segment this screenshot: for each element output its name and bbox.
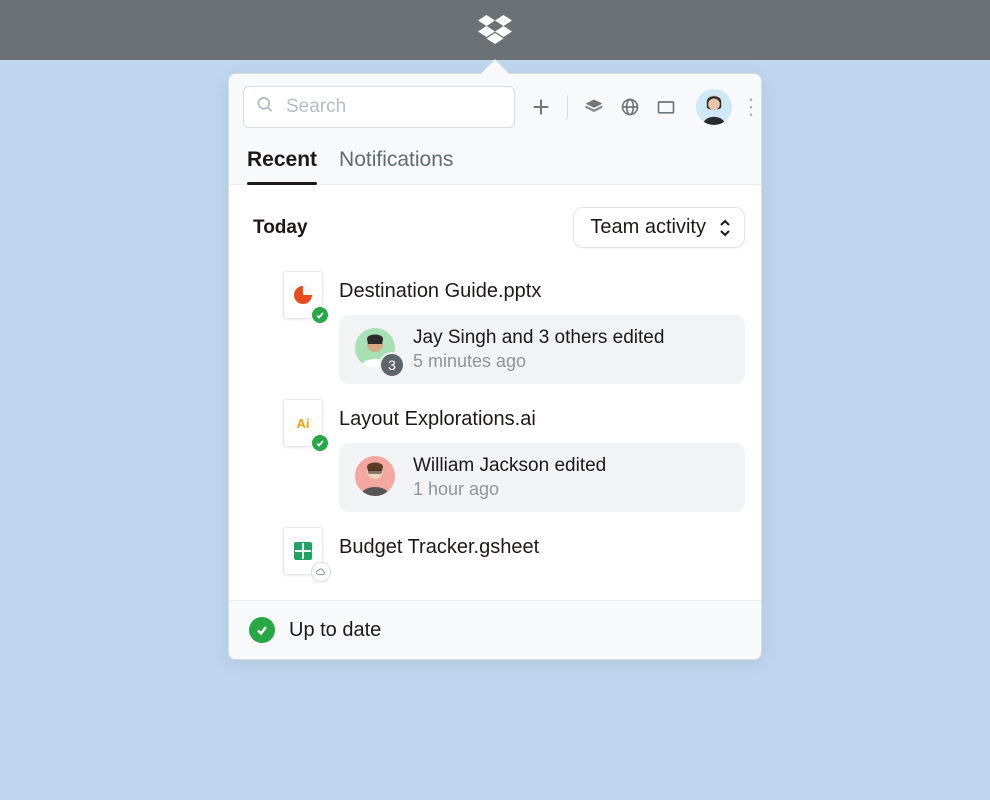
activity-avatar: 3 bbox=[355, 328, 399, 372]
section-title: Today bbox=[253, 217, 308, 239]
activity-text: William Jackson edited bbox=[413, 455, 606, 477]
file-icon bbox=[281, 270, 325, 320]
search-field-wrap bbox=[243, 86, 515, 128]
dropbox-tray-panel: ⋮ Recent Notifications Today Team activi… bbox=[228, 73, 762, 660]
toolbar-actions: ⋮ bbox=[529, 89, 758, 125]
sync-complete-icon bbox=[311, 306, 329, 324]
status-text: Up to date bbox=[289, 619, 381, 642]
user-avatar[interactable] bbox=[696, 89, 732, 125]
recent-content: Today Team activity bbox=[229, 185, 761, 600]
search-icon bbox=[255, 95, 275, 120]
add-icon[interactable] bbox=[529, 95, 553, 119]
file-row[interactable]: Budget Tracker.gsheet bbox=[249, 512, 745, 590]
file-name: Layout Explorations.ai bbox=[339, 408, 745, 431]
file-name: Destination Guide.pptx bbox=[339, 280, 745, 303]
activity-avatar bbox=[355, 456, 399, 500]
more-menu-icon[interactable]: ⋮ bbox=[744, 95, 758, 119]
file-name: Budget Tracker.gsheet bbox=[339, 536, 745, 559]
activity-time: 1 hour ago bbox=[413, 479, 606, 500]
activity-text: Jay Singh and 3 others edited bbox=[413, 327, 664, 349]
svg-text:Ai: Ai bbox=[297, 416, 310, 431]
status-check-icon bbox=[249, 617, 275, 643]
status-bar: Up to date bbox=[229, 600, 761, 659]
file-row[interactable]: Destination Guide.pptx 3 bbox=[249, 256, 745, 384]
activity-card[interactable]: 3 Jay Singh and 3 others edited 5 minute… bbox=[339, 315, 745, 384]
dropbox-stack-icon[interactable] bbox=[582, 95, 606, 119]
stepper-icon bbox=[718, 218, 732, 238]
filter-label: Team activity bbox=[590, 216, 706, 239]
dropbox-logo-icon bbox=[478, 15, 512, 45]
cloud-only-icon bbox=[311, 562, 331, 582]
folder-outline-icon[interactable] bbox=[654, 95, 678, 119]
activity-card[interactable]: William Jackson edited 1 hour ago bbox=[339, 443, 745, 512]
tab-notifications[interactable]: Notifications bbox=[339, 142, 453, 184]
os-menubar bbox=[0, 0, 990, 60]
tabs: Recent Notifications bbox=[229, 142, 761, 185]
tab-recent[interactable]: Recent bbox=[247, 142, 317, 184]
activity-filter[interactable]: Team activity bbox=[573, 207, 745, 248]
sync-complete-icon bbox=[311, 434, 329, 452]
toolbar: ⋮ bbox=[229, 74, 761, 140]
file-icon bbox=[281, 526, 325, 576]
search-input[interactable] bbox=[243, 86, 515, 128]
file-row[interactable]: Ai Layout Explorations.ai bbox=[249, 384, 745, 512]
others-count-badge: 3 bbox=[379, 352, 405, 378]
file-icon: Ai bbox=[281, 398, 325, 448]
globe-icon[interactable] bbox=[618, 95, 642, 119]
activity-time: 5 minutes ago bbox=[413, 351, 664, 372]
